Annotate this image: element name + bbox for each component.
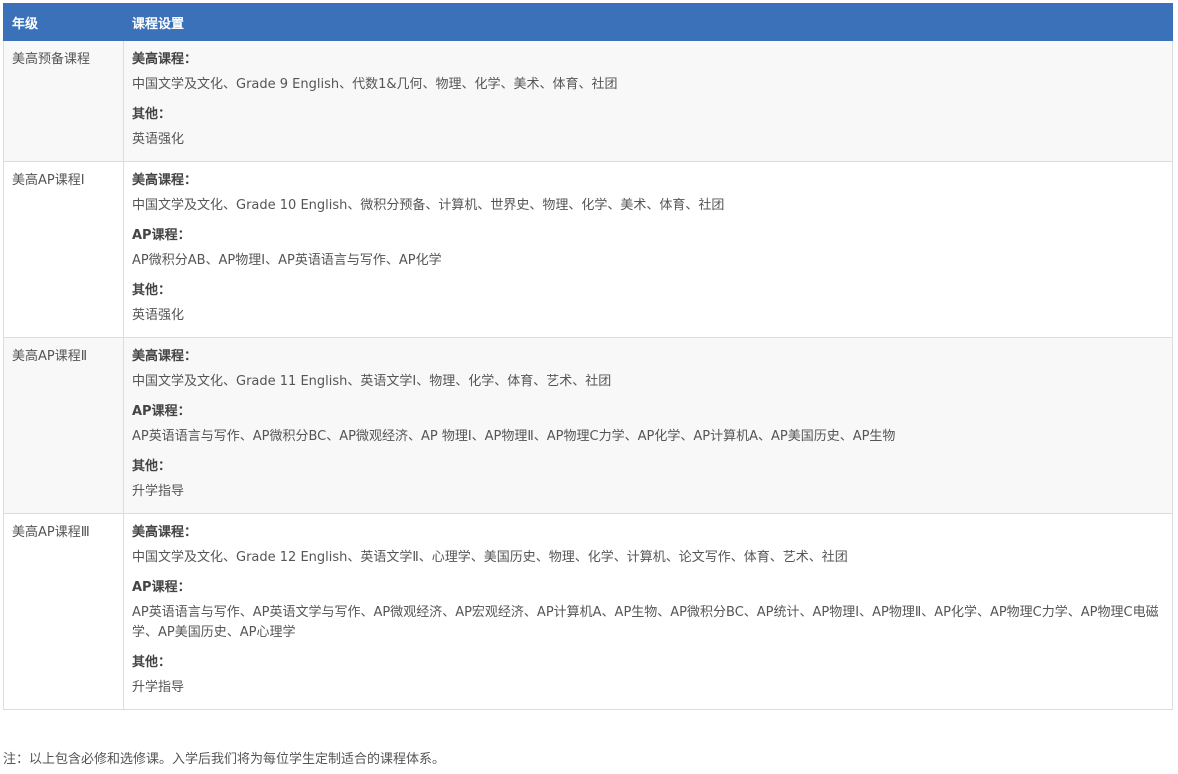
table-row: 美高预备课程 美高课程： 中国文学及文化、Grade 9 English、代数1…: [3, 40, 1173, 162]
group-items: AP英语语言与写作、AP英语文学与写作、AP微观经济、AP宏观经济、AP计算机A…: [132, 605, 1159, 640]
course-group: AP课程： AP英语语言与写作、AP英语文学与写作、AP微观经济、AP宏观经济、…: [132, 578, 1164, 643]
group-heading: 其他：: [132, 283, 172, 298]
footnote: 注：以上包含必修和选修课。入学后我们将为每位学生定制适合的课程体系。: [3, 752, 446, 767]
grade-cell: 美高AP课程Ⅱ: [3, 337, 124, 514]
course-group: 其他： 英语强化: [132, 105, 1164, 150]
group-items: 升学指导: [132, 484, 185, 499]
course-group: 美高课程： 中国文学及文化、Grade 12 English、英语文学Ⅱ、心理学…: [132, 523, 1164, 568]
group-items: AP英语语言与写作、AP微积分BC、AP微观经济、AP 物理Ⅰ、AP物理Ⅱ、AP…: [132, 429, 896, 444]
group-heading: 其他：: [132, 459, 172, 474]
group-items: 中国文学及文化、Grade 9 English、代数1&几何、物理、化学、美术、…: [132, 77, 618, 92]
group-heading: 美高课程：: [132, 173, 198, 188]
group-items: 升学指导: [132, 680, 185, 695]
group-items: 英语强化: [132, 132, 185, 147]
group-items: 中国文学及文化、Grade 10 English、微积分预备、计算机、世界史、物…: [132, 198, 725, 213]
curriculum-cell: 美高课程： 中国文学及文化、Grade 9 English、代数1&几何、物理、…: [123, 40, 1173, 162]
header-grade: 年级: [3, 3, 124, 41]
curriculum-cell: 美高课程： 中国文学及文化、Grade 12 English、英语文学Ⅱ、心理学…: [123, 513, 1173, 710]
group-items: 中国文学及文化、Grade 12 English、英语文学Ⅱ、心理学、美国历史、…: [132, 550, 848, 565]
course-group: 其他： 升学指导: [132, 653, 1164, 698]
group-items: 英语强化: [132, 308, 185, 323]
group-heading: 美高课程：: [132, 525, 198, 540]
curriculum-cell: 美高课程： 中国文学及文化、Grade 10 English、微积分预备、计算机…: [123, 161, 1173, 338]
group-heading: AP课程：: [132, 404, 191, 419]
group-heading: 其他：: [132, 107, 172, 122]
group-heading: AP课程：: [132, 228, 191, 243]
page: 年级 课程设置 美高预备课程 美高课程： 中国文学及文化、Grade 9 Eng…: [0, 0, 1178, 774]
course-group: 美高课程： 中国文学及文化、Grade 11 English、英语文学Ⅰ、物理、…: [132, 347, 1164, 392]
group-heading: 其他：: [132, 655, 172, 670]
course-group: 其他： 升学指导: [132, 457, 1164, 502]
group-heading: AP课程：: [132, 580, 191, 595]
course-group: AP课程： AP英语语言与写作、AP微积分BC、AP微观经济、AP 物理Ⅰ、AP…: [132, 402, 1164, 447]
course-group: AP课程： AP微积分AB、AP物理Ⅰ、AP英语语言与写作、AP化学: [132, 226, 1164, 271]
curriculum-cell: 美高课程： 中国文学及文化、Grade 11 English、英语文学Ⅰ、物理、…: [123, 337, 1173, 514]
grade-cell: 美高预备课程: [3, 40, 124, 162]
grade-cell: 美高AP课程Ⅰ: [3, 161, 124, 338]
header-curriculum: 课程设置: [123, 3, 1173, 41]
group-items: AP微积分AB、AP物理Ⅰ、AP英语语言与写作、AP化学: [132, 253, 442, 268]
table-row: 美高AP课程Ⅱ 美高课程： 中国文学及文化、Grade 11 English、英…: [3, 337, 1173, 514]
group-heading: 美高课程：: [132, 52, 198, 67]
grade-cell: 美高AP课程Ⅲ: [3, 513, 124, 710]
group-items: 中国文学及文化、Grade 11 English、英语文学Ⅰ、物理、化学、体育、…: [132, 374, 612, 389]
group-heading: 美高课程：: [132, 349, 198, 364]
curriculum-table: 年级 课程设置 美高预备课程 美高课程： 中国文学及文化、Grade 9 Eng…: [3, 3, 1173, 710]
course-group: 美高课程： 中国文学及文化、Grade 9 English、代数1&几何、物理、…: [132, 50, 1164, 95]
course-group: 其他： 英语强化: [132, 281, 1164, 326]
table-header-row: 年级 课程设置: [3, 3, 1173, 41]
table-row: 美高AP课程Ⅲ 美高课程： 中国文学及文化、Grade 12 English、英…: [3, 513, 1173, 710]
course-group: 美高课程： 中国文学及文化、Grade 10 English、微积分预备、计算机…: [132, 171, 1164, 216]
table-row: 美高AP课程Ⅰ 美高课程： 中国文学及文化、Grade 10 English、微…: [3, 161, 1173, 338]
